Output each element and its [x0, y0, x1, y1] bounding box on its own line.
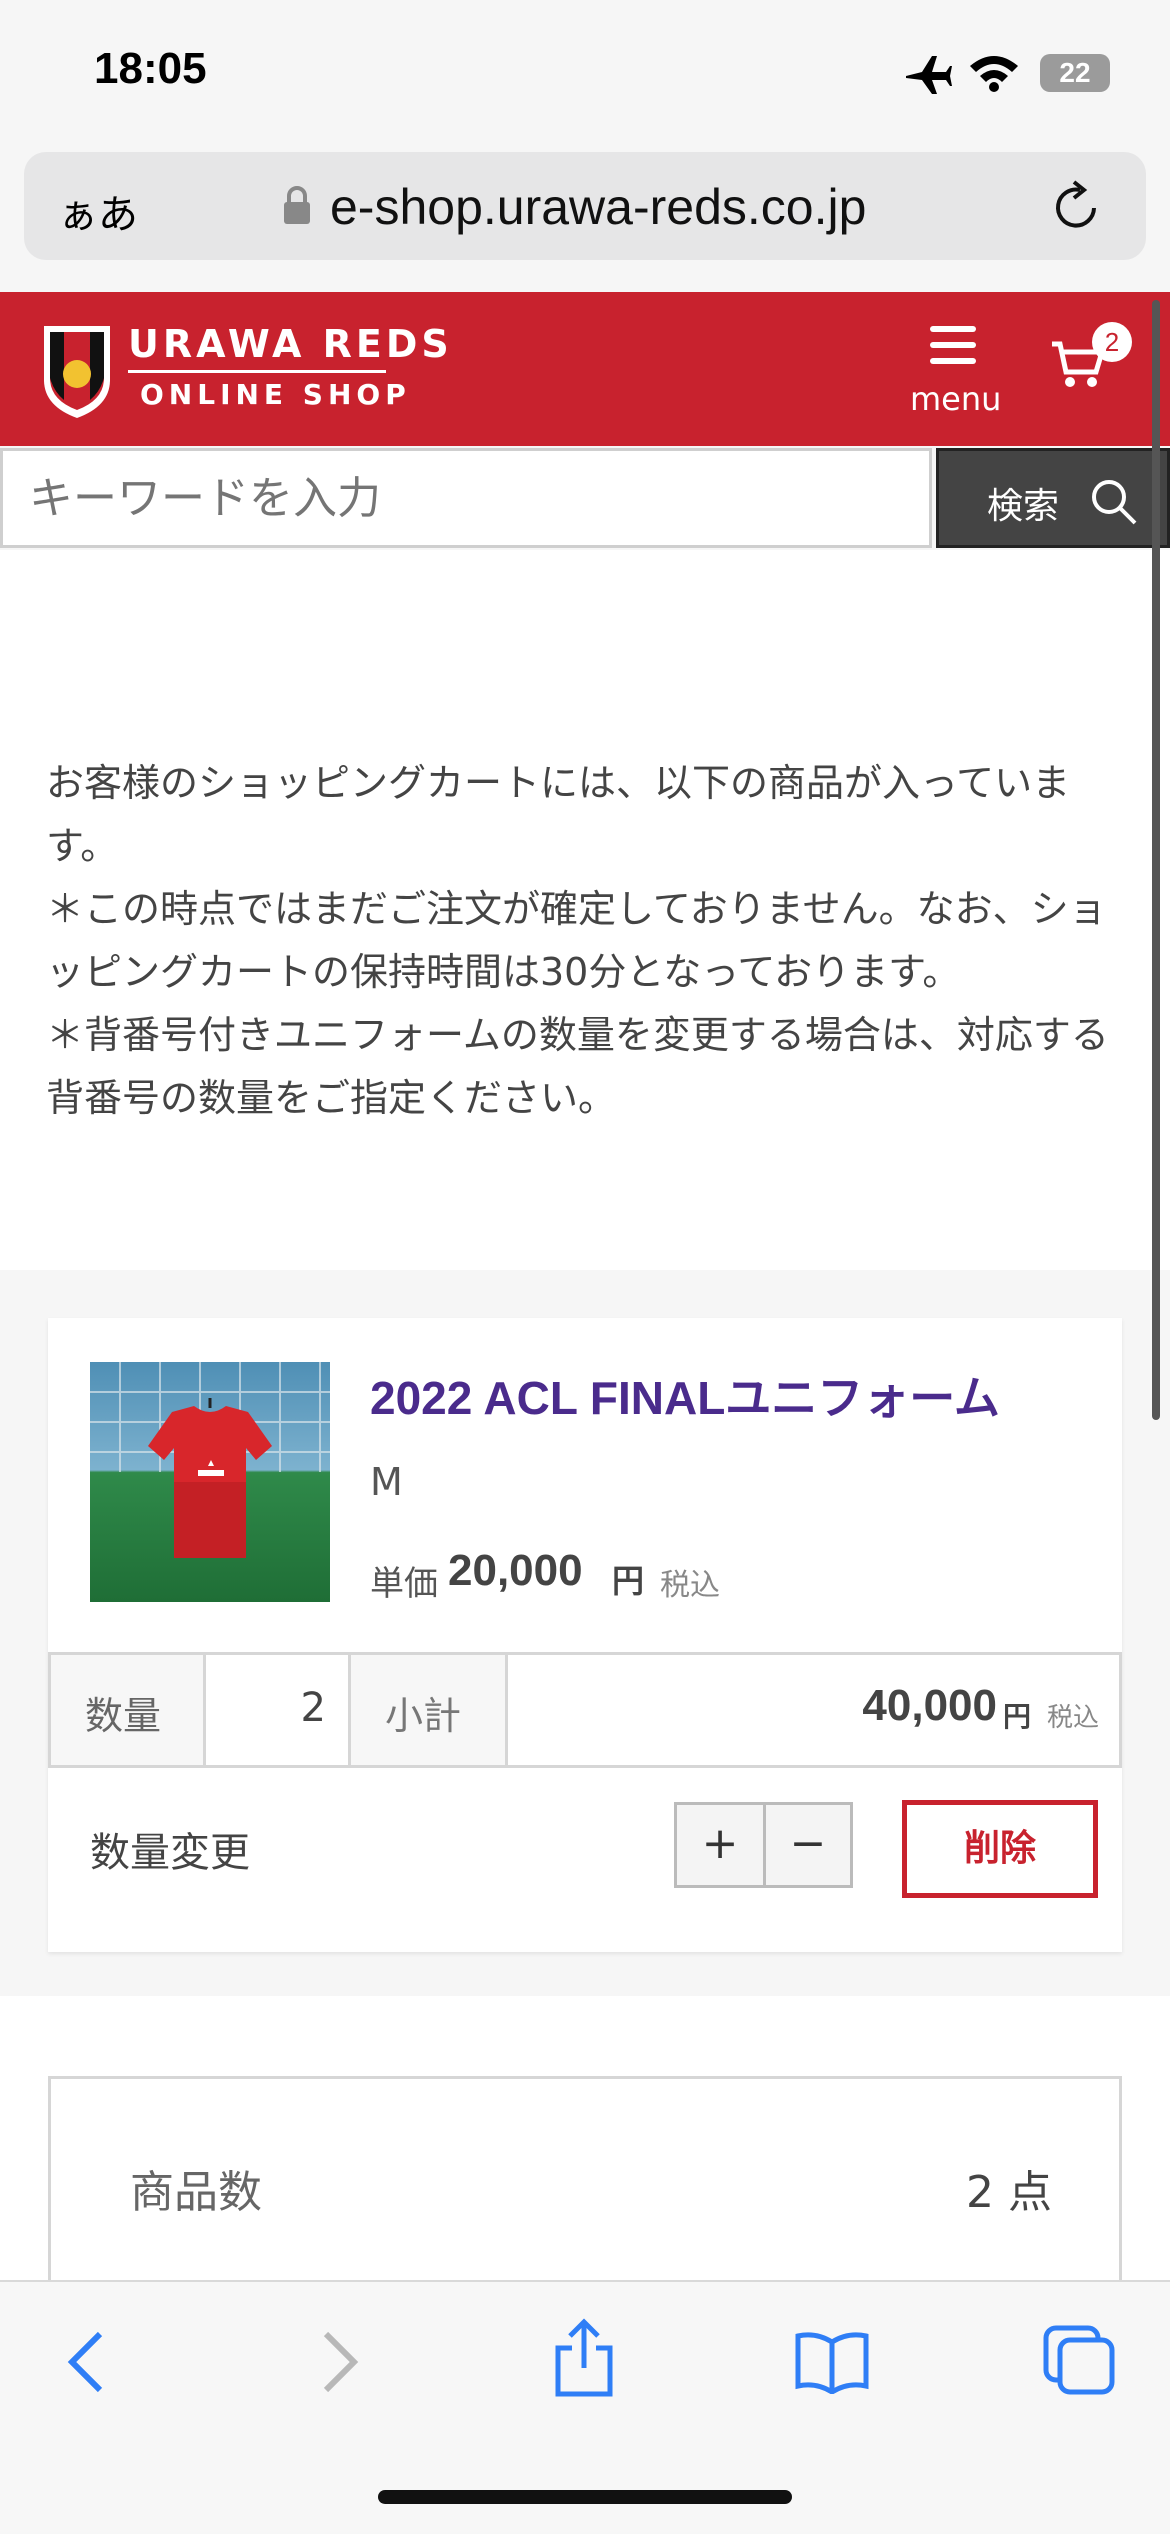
cart-count-badge[interactable]: 2 [1092, 322, 1132, 362]
unit-price-label: 単価 [370, 1564, 438, 1604]
quantity-label-cell: 数量 [48, 1652, 206, 1768]
notice-line-2: ＊この時点ではまだご注文が確定しておりません。なお、ショッピングカートの保持時間… [46, 887, 1107, 994]
scrollbar[interactable] [1152, 300, 1160, 1420]
quantity-value: 2 [300, 1685, 326, 1731]
lock-icon [284, 186, 310, 224]
subtotal-value-cell: 40,000 円 税込 [505, 1652, 1122, 1768]
back-chevron-icon[interactable] [64, 2330, 108, 2394]
reload-icon[interactable] [1052, 180, 1102, 234]
unit-price-value: 20,000 [448, 1546, 583, 1595]
product-size: M [370, 1460, 403, 1504]
battery-indicator: 22 [1040, 54, 1110, 92]
subtotal-value: 40,000 [862, 1681, 997, 1730]
status-time: 18:05 [94, 44, 207, 93]
logo-divider [128, 370, 386, 373]
subtotal-label: 小計 [385, 1694, 462, 1738]
home-indicator[interactable] [378, 2490, 792, 2504]
search-button-label: 検索 [987, 486, 1060, 527]
urawa-reds-emblem-icon[interactable] [40, 320, 114, 420]
subtotal-label-cell: 小計 [348, 1652, 508, 1768]
product-name-link[interactable]: 2022 ACL FINALユニフォーム [370, 1362, 1000, 1428]
keyword-search-input[interactable] [0, 448, 932, 548]
quantity-value-cell: 2 [203, 1652, 351, 1768]
bookmarks-icon[interactable] [794, 2330, 870, 2394]
increase-quantity-button[interactable]: + [674, 1802, 766, 1888]
unit-price-tax-label: 税込 [660, 1568, 720, 1603]
tabs-icon[interactable] [1042, 2324, 1116, 2396]
decrease-quantity-button[interactable]: − [763, 1802, 853, 1888]
subtotal-yen: 円 [1002, 1700, 1031, 1733]
cart-notice-text: お客様のショッピングカートには、以下の商品が入っています。 ＊この時点ではまだご… [46, 752, 1126, 1130]
reader-options-button[interactable]: ぁあ [58, 182, 138, 240]
notice-line-1: お客様のショッピングカートには、以下の商品が入っています。 [46, 761, 1071, 868]
hamburger-menu-icon[interactable] [930, 324, 976, 366]
quantity-label: 数量 [85, 1694, 162, 1738]
menu-button-label[interactable]: menu [910, 380, 1001, 418]
notice-line-3: ＊背番号付きユニフォームの数量を変更する場合は、対応する背番号の数量をご指定くだ… [46, 1013, 1109, 1120]
search-icon [1092, 480, 1137, 525]
item-count-value: 2 点 [966, 2167, 1052, 2218]
url-text[interactable]: e-shop.urawa-reds.co.jp [330, 178, 866, 236]
subtotal-tax-label: 税込 [1046, 1703, 1099, 1733]
wifi-icon [970, 56, 1018, 92]
change-quantity-label: 数量変更 [90, 1830, 250, 1876]
item-count-label: 商品数 [130, 2167, 262, 2218]
unit-price-yen: 円 [612, 1562, 645, 1600]
forward-chevron-icon[interactable] [318, 2330, 362, 2394]
site-header [0, 292, 1170, 446]
product-thumbnail[interactable] [90, 1362, 330, 1602]
logo-subtitle[interactable]: ONLINE SHOP [140, 378, 411, 411]
share-icon[interactable] [552, 2318, 616, 2398]
jersey-image [90, 1362, 330, 1558]
logo-title[interactable]: URAWA REDS [128, 322, 453, 366]
search-button[interactable]: 検索 [936, 448, 1170, 548]
delete-item-button[interactable]: 削除 [902, 1800, 1098, 1898]
airplane-icon [906, 56, 952, 94]
